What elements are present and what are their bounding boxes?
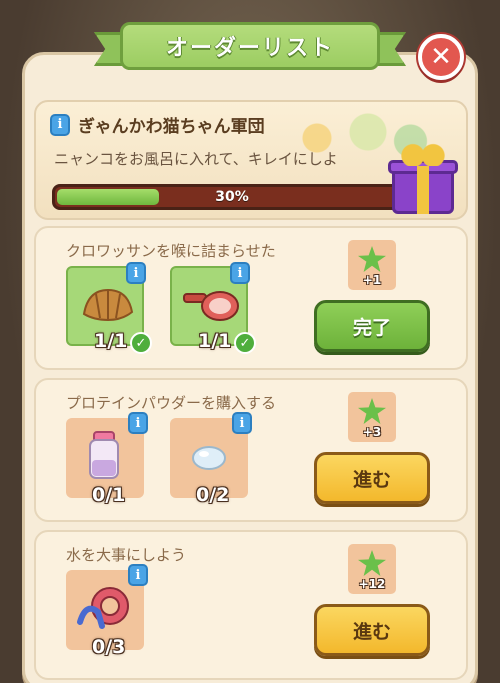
- powder-drop-icon: [192, 446, 226, 470]
- item-count: 1/1: [198, 330, 232, 352]
- task-card-protein: プロテインパウダーを購入する i 0/1 i 0/2 +3 進む: [34, 378, 468, 522]
- close-icon: ✕: [430, 42, 452, 72]
- item-info-icon[interactable]: i: [126, 262, 146, 284]
- required-item-powder[interactable]: i 0/2: [170, 412, 252, 506]
- shaker-bottle-icon: [89, 431, 119, 479]
- reward-badge: +12: [348, 544, 396, 594]
- order-description: ニャンコをお風呂に入れて、キレイにしよ: [54, 150, 338, 168]
- required-item-pan[interactable]: i 1/1 ✓: [170, 262, 256, 354]
- task-name: プロテインパウダーを購入する: [66, 394, 277, 412]
- required-item-shaker[interactable]: i 0/1: [66, 412, 148, 506]
- task-card-croissant: クロワッサンを喉に詰まらせた i 1/1 ✓ i 1/1 ✓ +1 完了: [34, 226, 468, 370]
- gift-box-icon[interactable]: [388, 140, 458, 220]
- check-icon: ✓: [130, 332, 152, 354]
- star-icon: [358, 550, 386, 576]
- header-title-row: i ぎゃんかわ猫ちゃん軍団: [50, 112, 265, 137]
- proceed-button[interactable]: 進む: [314, 604, 430, 656]
- title-ribbon: オーダーリスト: [94, 22, 406, 74]
- proceed-button[interactable]: 進む: [314, 452, 430, 504]
- frying-pan-icon: [183, 291, 239, 321]
- reward-amount: +3: [362, 425, 382, 439]
- required-item-hose[interactable]: i 0/3: [66, 564, 148, 658]
- complete-button[interactable]: 完了: [314, 300, 430, 352]
- window-title: オーダーリスト: [120, 22, 380, 70]
- reward-amount: +1: [362, 273, 382, 287]
- star-icon: [358, 246, 386, 272]
- info-icon[interactable]: i: [50, 113, 70, 136]
- progress-label: 30%: [215, 189, 249, 205]
- task-name: クロワッサンを喉に詰まらせた: [66, 242, 276, 260]
- item-count: 0/1: [92, 484, 126, 506]
- reward-amount: +12: [358, 577, 386, 591]
- task-name: 水を大事にしよう: [66, 546, 187, 564]
- item-info-icon[interactable]: i: [230, 262, 250, 284]
- check-icon: ✓: [234, 332, 256, 354]
- reward-badge: +3: [348, 392, 396, 442]
- task-card-water: 水を大事にしよう i 0/3 +12 進む: [34, 530, 468, 680]
- item-count: 0/3: [92, 636, 126, 658]
- reward-badge: +1: [348, 240, 396, 290]
- required-item-croissant[interactable]: i 1/1 ✓: [66, 262, 152, 354]
- water-hose-icon: [77, 587, 129, 629]
- order-title: ぎゃんかわ猫ちゃん軍団: [78, 117, 265, 137]
- item-info-icon[interactable]: i: [128, 564, 148, 586]
- item-count: 1/1: [94, 330, 128, 352]
- close-button[interactable]: ✕: [418, 34, 464, 80]
- item-count: 0/2: [196, 484, 230, 506]
- croissant-icon: [82, 288, 134, 322]
- item-info-icon[interactable]: i: [232, 412, 252, 434]
- order-progress-bar: 30%: [52, 184, 412, 210]
- item-info-icon[interactable]: i: [128, 412, 148, 434]
- star-icon: [358, 398, 386, 424]
